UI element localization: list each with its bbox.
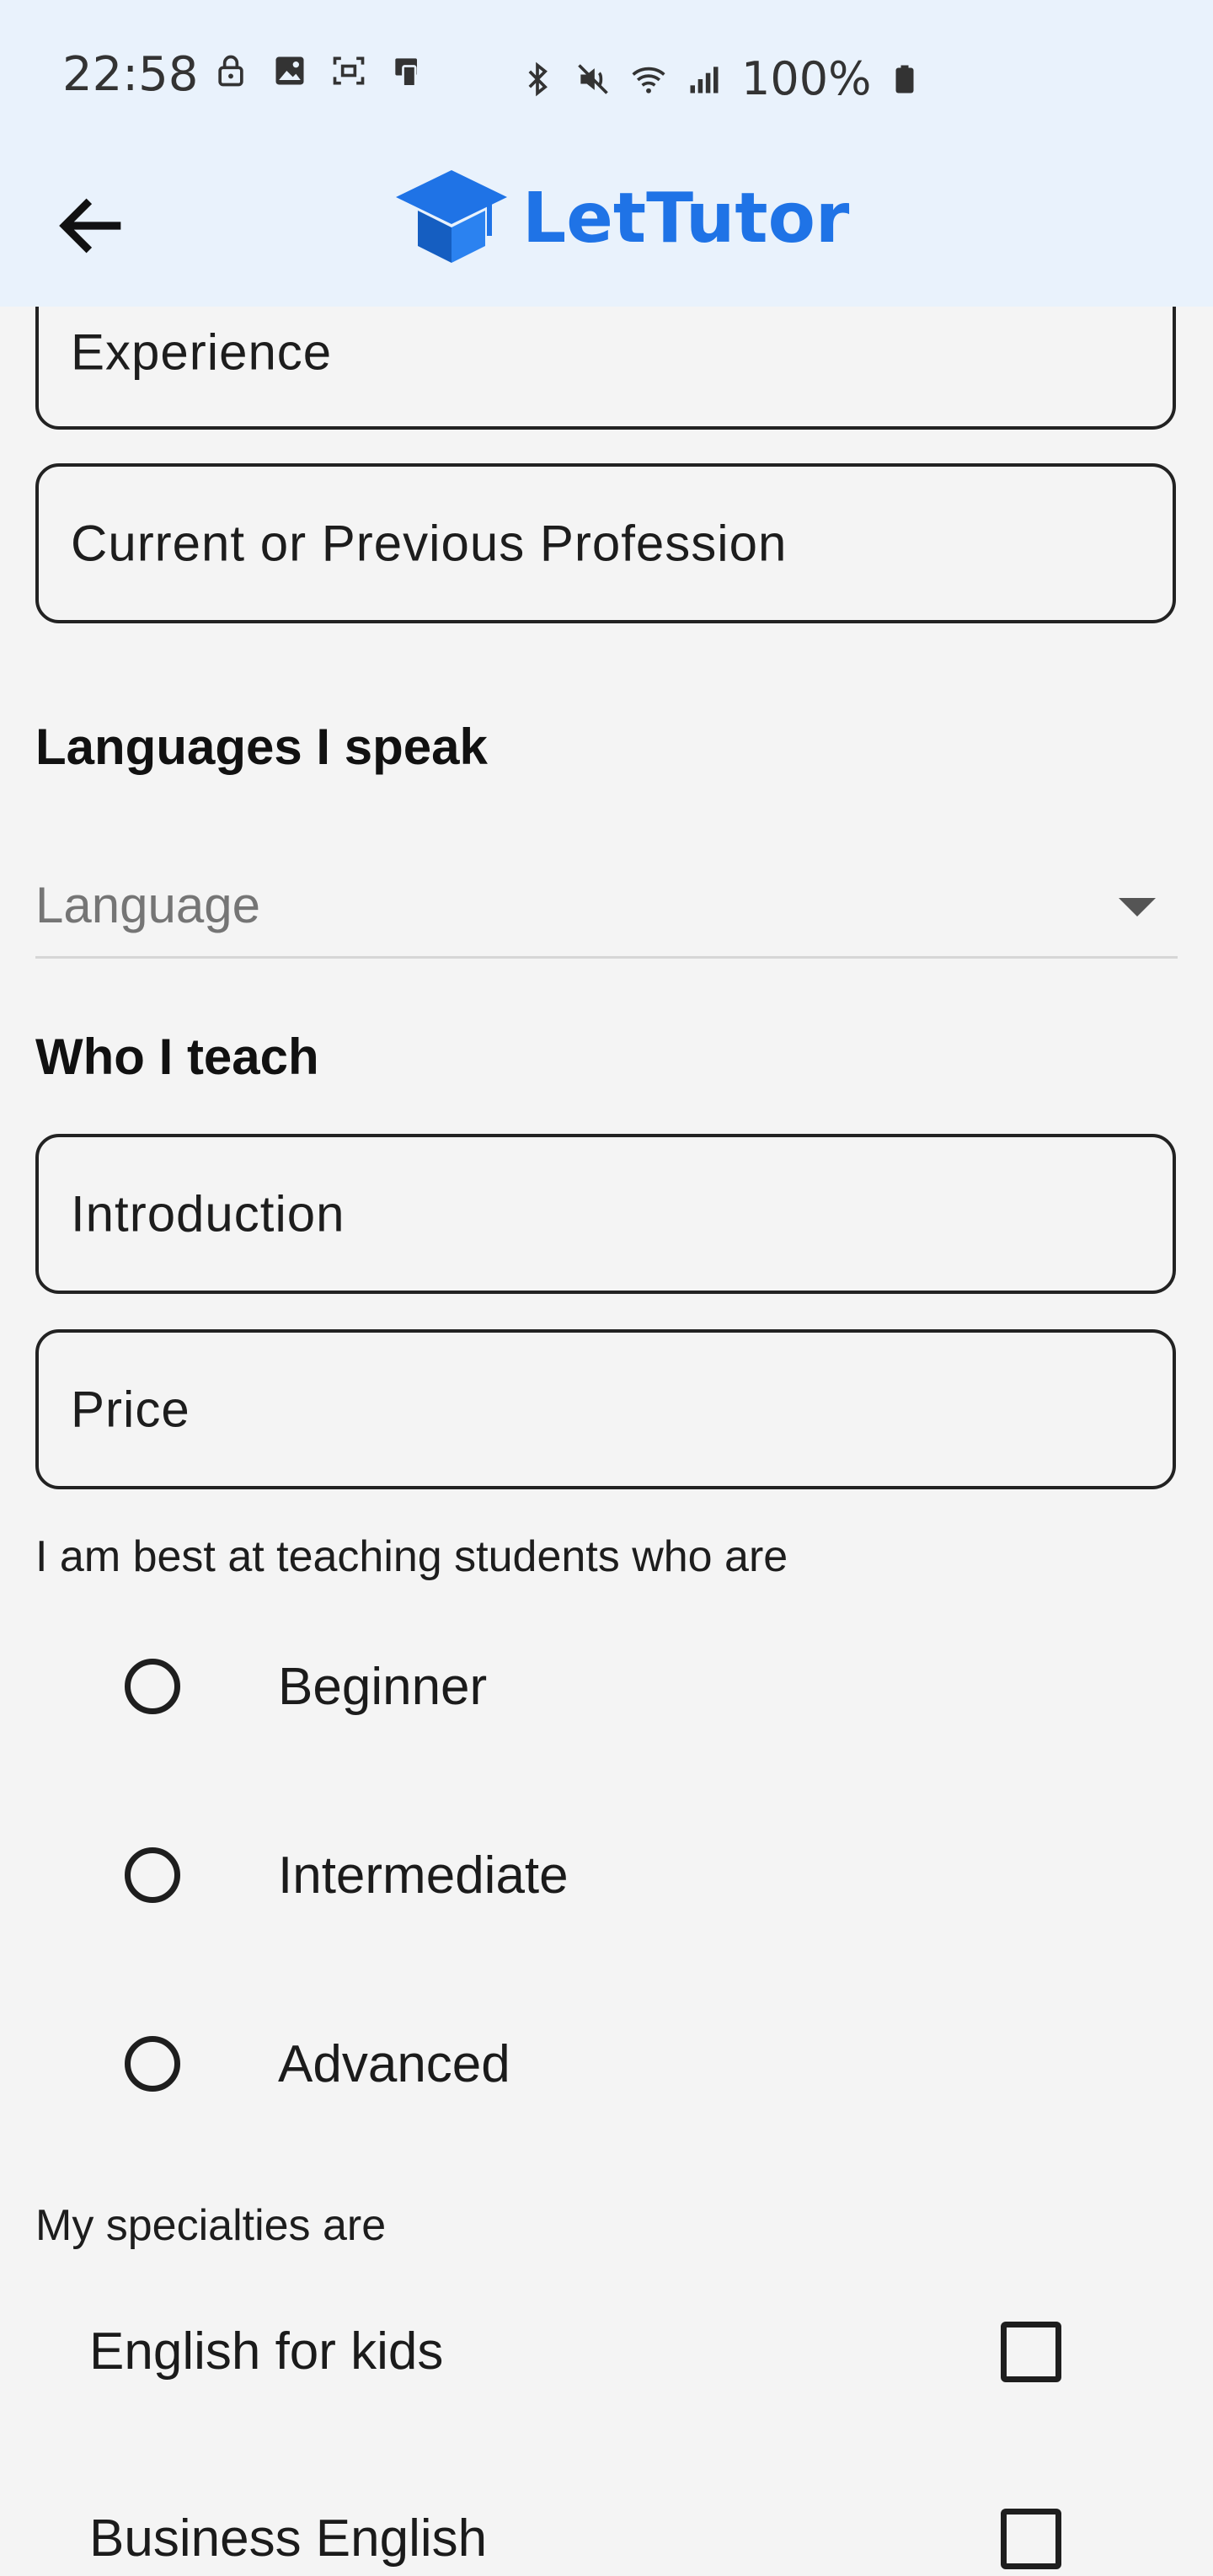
app-logo: LetTutor xyxy=(393,163,849,273)
introduction-field[interactable]: Introduction xyxy=(35,1134,1176,1294)
specialty-english-for-kids[interactable]: English for kids xyxy=(89,2313,1066,2389)
mute-icon xyxy=(578,63,608,94)
battery-icon xyxy=(895,65,914,93)
graduation-cap-icon xyxy=(396,170,507,263)
level-label: Intermediate xyxy=(278,1846,569,1905)
language-dropdown[interactable]: Language xyxy=(35,851,1178,959)
profession-field[interactable]: Current or Previous Profession xyxy=(35,463,1176,623)
app-bar: LetTutor xyxy=(0,145,1213,307)
level-label: Advanced xyxy=(278,2034,510,2093)
price-placeholder: Price xyxy=(71,1381,190,1438)
level-option-intermediate[interactable]: Intermediate xyxy=(125,1841,569,1909)
status-icons-left xyxy=(212,52,426,89)
level-option-beginner[interactable]: Beginner xyxy=(125,1653,487,1720)
best-at-label: I am best at teaching students who are xyxy=(35,1532,788,1581)
languages-title: Languages I speak xyxy=(35,719,488,775)
introduction-placeholder: Introduction xyxy=(71,1185,345,1243)
image-icon xyxy=(275,56,304,85)
status-icons-right: 100% xyxy=(519,52,920,105)
radio-button[interactable] xyxy=(125,1659,180,1714)
experience-placeholder: Experience xyxy=(71,323,333,381)
radio-button[interactable] xyxy=(125,2036,180,2092)
radio-button[interactable] xyxy=(125,1847,180,1903)
specialty-label: Business English xyxy=(89,2509,488,2568)
checkbox[interactable] xyxy=(1001,2509,1061,2569)
signal-icon xyxy=(690,66,719,93)
level-option-advanced[interactable]: Advanced xyxy=(125,2030,510,2098)
back-button[interactable] xyxy=(51,184,135,268)
specialty-label: English for kids xyxy=(89,2322,444,2381)
level-label: Beginner xyxy=(278,1657,488,1716)
app-name: LetTutor xyxy=(522,178,850,259)
arrow-left-icon xyxy=(59,198,121,254)
price-field[interactable]: Price xyxy=(35,1329,1176,1489)
lock-icon xyxy=(218,55,243,87)
specialty-business-english[interactable]: Business English xyxy=(89,2500,1066,2576)
screenshot-icon xyxy=(333,56,365,85)
dropdown-arrow-icon xyxy=(1119,898,1156,917)
profession-placeholder: Current or Previous Profession xyxy=(71,515,788,572)
who-teach-title: Who I teach xyxy=(35,1029,319,1085)
specialties-label: My specialties are xyxy=(35,2201,387,2250)
bluetooth-icon xyxy=(528,61,548,96)
status-time: 22:58 xyxy=(62,47,199,102)
cast-icon xyxy=(395,58,417,88)
battery-percent: 100% xyxy=(741,52,872,105)
status-bar: 22:58 100% xyxy=(0,0,1213,145)
checkbox[interactable] xyxy=(1001,2322,1061,2382)
language-placeholder: Language xyxy=(35,877,260,933)
wifi-icon xyxy=(632,67,665,94)
